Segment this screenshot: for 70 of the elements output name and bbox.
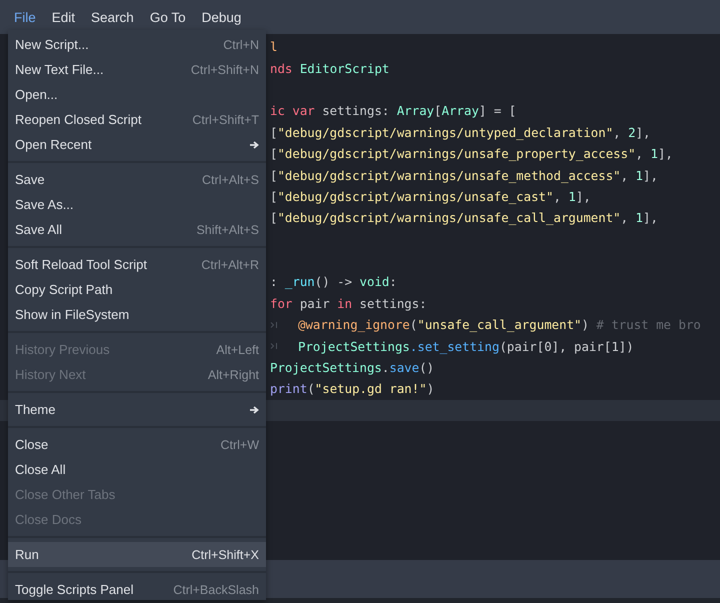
- menu-item[interactable]: Soft Reload Tool Script Ctrl+Alt+R: [8, 252, 266, 277]
- shortcut-label: Alt+Right: [208, 368, 259, 382]
- menu-item[interactable]: Toggle Scripts Panel Ctrl+BackSlash: [8, 577, 266, 602]
- code-line: ["debug/gdscript/warnings/unsafe_cast", 1],: [270, 188, 591, 204]
- menu-item-label: History Next: [15, 367, 86, 382]
- shortcut-label: Ctrl+N: [223, 38, 259, 52]
- menu-item-label: New Text File...: [15, 62, 104, 77]
- shortcut-label: Ctrl+W: [220, 438, 259, 452]
- menu-item-label: Close: [15, 437, 48, 452]
- menu-item-label: Copy Script Path: [15, 282, 113, 297]
- shortcut-label: Ctrl+Shift+X: [192, 548, 259, 562]
- menu-bar-item[interactable]: Debug: [194, 3, 250, 31]
- shortcut-label: Alt+Left: [216, 342, 259, 356]
- code-line: ["debug/gdscript/warnings/unsafe_method_access", 1],: [270, 168, 658, 183]
- menu-item[interactable]: Theme: [8, 397, 266, 422]
- code-line: l: [270, 39, 278, 54]
- menu-item-label: Theme: [15, 402, 56, 417]
- menu-bar-item[interactable]: Go To: [142, 3, 194, 31]
- menu-item-label: Close Docs: [15, 512, 82, 527]
- menu-item-label: Close Other Tabs: [15, 487, 116, 502]
- code-line: print("setup.gd ran!"): [270, 381, 434, 396]
- menu-item[interactable]: Save As...: [8, 192, 266, 217]
- menu-item-label: New Script...: [15, 37, 89, 52]
- tab-marker-icon: [270, 342, 278, 350]
- menu-item-label: Save As...: [15, 197, 74, 212]
- menu-item-label: Show in FileSystem: [15, 307, 130, 322]
- menu-item[interactable]: Run Ctrl+Shift+X: [8, 542, 266, 567]
- arrow-right-icon: [249, 140, 259, 150]
- arrow-right-icon: [249, 404, 259, 414]
- menu-bar-item[interactable]: Edit: [44, 3, 84, 31]
- code-line: ProjectSettings.set_setting(pair[0], pair[1]): [298, 338, 634, 354]
- menu-item-label: Run: [15, 547, 39, 562]
- menu-item[interactable]: Save Ctrl+Alt+S: [8, 167, 266, 192]
- code-line: ["debug/gdscript/warnings/untyped_declaration", 2],: [270, 124, 650, 140]
- code-line: ["debug/gdscript/warnings/unsafe_call_argument", 1],: [270, 210, 658, 226]
- menu-item[interactable]: Open Recent: [8, 132, 266, 157]
- menu-item-label: Soft Reload Tool Script: [15, 257, 147, 272]
- menu-item-label: Close All: [15, 462, 66, 477]
- menu-item[interactable]: Show in FileSystem: [8, 302, 266, 327]
- menu-item[interactable]: Copy Script Path: [8, 277, 266, 302]
- shortcut-label: Ctrl+Shift+N: [190, 62, 259, 76]
- code-line: for pair in settings:: [270, 296, 427, 311]
- menu-bar-item[interactable]: Search: [83, 3, 142, 31]
- shortcut-label: Ctrl+Alt+S: [202, 172, 259, 186]
- menu-item-label: Save All: [15, 222, 62, 237]
- menu-item[interactable]: Open...: [8, 82, 266, 107]
- code-line: @warning_ignore("unsafe_call_argument") # trust me bro: [298, 317, 701, 332]
- shortcut-label: Shift+Alt+S: [196, 222, 259, 236]
- code-line: ProjectSettings.save(): [270, 360, 434, 376]
- menu-bar-item[interactable]: File: [6, 3, 44, 31]
- shortcut-label: Ctrl+Alt+R: [201, 258, 259, 272]
- code-line: nds EditorScript: [270, 60, 390, 76]
- menu-item[interactable]: Close Ctrl+W: [8, 432, 266, 457]
- menu-item-label: Open...: [15, 87, 58, 102]
- tab-marker-icon: [270, 320, 278, 329]
- menu-item[interactable]: Close All: [8, 457, 266, 482]
- menu-item[interactable]: New Script... Ctrl+N: [8, 32, 266, 57]
- menu-item-label: Toggle Scripts Panel: [15, 582, 134, 597]
- menu-item[interactable]: Reopen Closed Script Ctrl+Shift+T: [8, 107, 266, 132]
- menu-item[interactable]: New Text File... Ctrl+Shift+N: [8, 57, 266, 82]
- menu-item-label: Reopen Closed Script: [15, 112, 142, 127]
- menu-item-label: Open Recent: [15, 137, 92, 152]
- menu-item-label: History Previous: [15, 342, 110, 357]
- shortcut-label: Ctrl+Shift+T: [192, 112, 259, 126]
- code-line: : _run() -> void:: [270, 274, 397, 290]
- shortcut-label: Ctrl+BackSlash: [173, 582, 259, 596]
- code-line: ic var settings: Array[Array] = [: [270, 103, 516, 118]
- menu-item-label: Save: [15, 172, 45, 187]
- code-line: ["debug/gdscript/warnings/unsafe_property_access", 1],: [270, 146, 673, 162]
- menu-item[interactable]: Save All Shift+Alt+S: [8, 217, 266, 242]
